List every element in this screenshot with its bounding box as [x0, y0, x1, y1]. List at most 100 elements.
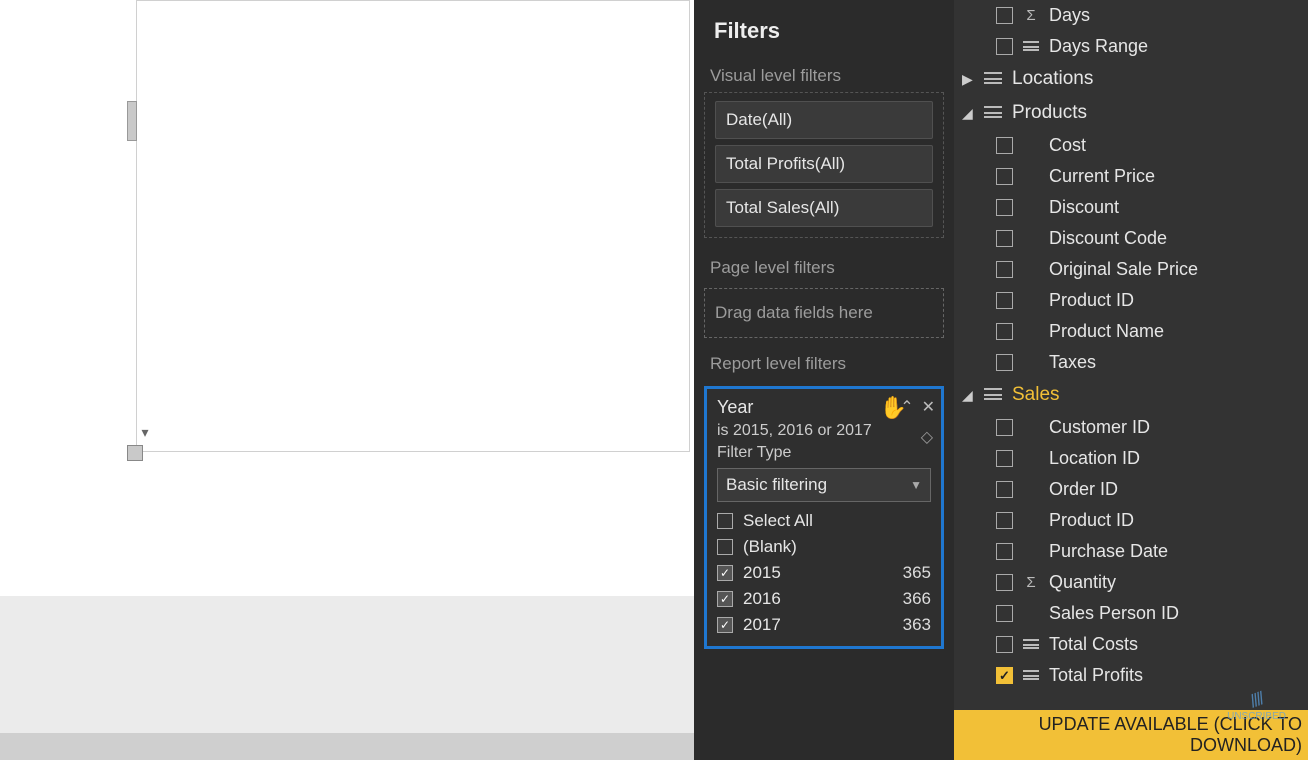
field-checkbox[interactable]: [996, 168, 1013, 185]
fields-panel: DaysDays Range ▶ Locations ◢ Products CostCur…: [954, 0, 1308, 760]
field-row[interactable]: Days: [962, 0, 1308, 31]
field-checkbox[interactable]: [996, 512, 1013, 529]
checkbox[interactable]: [717, 617, 733, 633]
filter-option[interactable]: 2017 363: [717, 614, 931, 636]
table-name: Products: [1012, 102, 1087, 124]
update-available-bar[interactable]: UPDATE AVAILABLE (CLICK TO DOWNLOAD): [954, 710, 1308, 760]
checkbox[interactable]: [717, 565, 733, 581]
field-checkbox[interactable]: [996, 199, 1013, 216]
visual-placeholder[interactable]: ▾: [136, 0, 690, 452]
field-label: Total Profits: [1049, 665, 1143, 686]
filter-option-count: 363: [903, 615, 931, 635]
field-row[interactable]: Discount: [962, 192, 1308, 223]
filter-option-label: 2015: [743, 563, 781, 583]
field-row[interactable]: Taxes: [962, 347, 1308, 378]
filter-option[interactable]: (Blank): [717, 536, 931, 558]
collapse-icon[interactable]: ⌃: [900, 397, 913, 417]
filter-type-label: Filter Type: [717, 444, 931, 462]
filter-option[interactable]: Select All: [717, 510, 931, 532]
field-checkbox[interactable]: [996, 667, 1013, 684]
field-checkbox[interactable]: [996, 323, 1013, 340]
field-checkbox[interactable]: [996, 605, 1013, 622]
filter-option-label: 2016: [743, 589, 781, 609]
field-checkbox[interactable]: [996, 230, 1013, 247]
table-icon: [984, 106, 1002, 120]
field-checkbox[interactable]: [996, 481, 1013, 498]
close-icon[interactable]: ✕: [922, 397, 935, 417]
field-row[interactable]: Location ID: [962, 443, 1308, 474]
filter-option-label: 2017: [743, 615, 781, 635]
visual-level-filters-header: Visual level filters: [694, 54, 954, 92]
field-checkbox[interactable]: [996, 137, 1013, 154]
field-row[interactable]: Customer ID: [962, 412, 1308, 443]
field-row[interactable]: Product ID: [962, 505, 1308, 536]
field-row[interactable]: Discount Code: [962, 223, 1308, 254]
field-row[interactable]: Current Price: [962, 161, 1308, 192]
resize-handle-corner[interactable]: [127, 445, 143, 461]
visual-filter-chip[interactable]: Total Profits(All): [715, 145, 933, 183]
field-checkbox[interactable]: [996, 7, 1013, 24]
field-row[interactable]: Product Name: [962, 316, 1308, 347]
checkbox[interactable]: [717, 539, 733, 555]
field-row[interactable]: Order ID: [962, 474, 1308, 505]
table-name: Locations: [1012, 68, 1093, 90]
field-row[interactable]: Product ID: [962, 285, 1308, 316]
field-checkbox[interactable]: [996, 38, 1013, 55]
field-label: Product ID: [1049, 290, 1134, 311]
field-checkbox[interactable]: [996, 354, 1013, 371]
filter-option[interactable]: 2015365: [717, 562, 931, 584]
resize-handle-left[interactable]: [127, 101, 137, 141]
field-row[interactable]: Original Sale Price: [962, 254, 1308, 285]
visual-level-filters-group: Date(All) Total Profits(All) Total Sales(A…: [704, 92, 944, 238]
filters-title: Filters: [694, 0, 954, 54]
chevron-down-icon[interactable]: ▾: [137, 425, 153, 441]
visual-filter-chip[interactable]: Total Sales(All): [715, 189, 933, 227]
field-row[interactable]: Purchase Date: [962, 536, 1308, 567]
field-checkbox[interactable]: [996, 261, 1013, 278]
filter-option-label: Select All: [743, 511, 813, 531]
field-checkbox[interactable]: [996, 543, 1013, 560]
checkbox[interactable]: [717, 591, 733, 607]
caret-right-icon[interactable]: ▶: [962, 71, 974, 88]
filter-option-label: (Blank): [743, 537, 797, 557]
caret-down-icon[interactable]: ◢: [962, 387, 974, 404]
sigma-icon: [1023, 7, 1039, 24]
visual-filter-chip[interactable]: Date(All): [715, 101, 933, 139]
field-row[interactable]: Sales Person ID: [962, 598, 1308, 629]
field-row[interactable]: Total Costs: [962, 629, 1308, 660]
field-checkbox[interactable]: [996, 636, 1013, 653]
clear-filter-icon[interactable]: ◇: [921, 427, 933, 447]
field-label: Location ID: [1049, 448, 1140, 469]
table-icon: [1023, 639, 1039, 651]
table-row[interactable]: ◢ Products: [954, 96, 1308, 130]
report-page[interactable]: ▾: [0, 0, 694, 733]
field-checkbox[interactable]: [996, 292, 1013, 309]
table-row[interactable]: ◢ Sales: [954, 378, 1308, 412]
canvas-bottom-bar: [0, 733, 694, 760]
field-label: Original Sale Price: [1049, 259, 1198, 280]
table-icon: [1023, 670, 1039, 682]
report-filter-card-year[interactable]: ⌃ ✕ ◇ Year is 2015, 2016 or 2017 Filter …: [704, 386, 944, 649]
caret-down-icon[interactable]: ◢: [962, 105, 974, 122]
field-checkbox[interactable]: [996, 450, 1013, 467]
table-row[interactable]: ▶ Locations: [954, 62, 1308, 96]
page-footer-area: [0, 596, 694, 733]
table-icon: [1023, 41, 1039, 53]
filter-option[interactable]: 2016 366: [717, 588, 931, 610]
chevron-down-icon: ▼: [910, 478, 922, 492]
field-row[interactable]: Days Range: [962, 31, 1308, 62]
field-checkbox[interactable]: [996, 574, 1013, 591]
field-checkbox[interactable]: [996, 419, 1013, 436]
filter-type-select[interactable]: Basic filtering ▼: [717, 468, 931, 502]
field-row[interactable]: Cost: [962, 130, 1308, 161]
field-label: Product Name: [1049, 321, 1164, 342]
field-row[interactable]: Quantity: [962, 567, 1308, 598]
filter-option-count: 366: [903, 589, 931, 609]
checkbox[interactable]: [717, 513, 733, 529]
filters-panel: Filters Visual level filters Date(All) To…: [694, 0, 954, 760]
field-row[interactable]: Total Profits: [962, 660, 1308, 691]
page-level-filters-dropzone[interactable]: Drag data fields here: [704, 288, 944, 338]
field-label: Customer ID: [1049, 417, 1150, 438]
field-label: Order ID: [1049, 479, 1118, 500]
table-name: Sales: [1012, 384, 1060, 406]
